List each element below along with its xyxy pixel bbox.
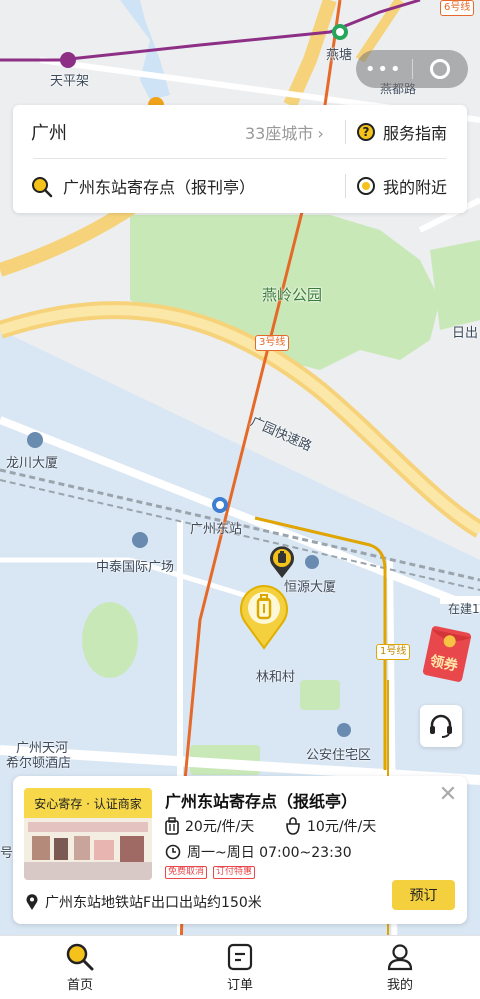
- price-small-item: 20元/件/天: [165, 816, 254, 836]
- luggage-icon: [165, 817, 179, 835]
- store-marker-small[interactable]: [268, 545, 296, 579]
- store-marker-selected[interactable]: [238, 584, 290, 650]
- city-count-link[interactable]: 33座城市 ›: [245, 120, 324, 144]
- mini-program-capsule: •••: [356, 50, 468, 88]
- store-tags: 免费取消 订付特惠: [165, 866, 261, 879]
- tag-discount: 订付特惠: [213, 866, 256, 879]
- nav-profile[interactable]: 我的: [320, 936, 480, 999]
- map-label-rixia: 日出: [452, 326, 479, 341]
- map-label-hao: 号: [0, 846, 14, 861]
- map-label-tianpingjia: 天平架: [50, 74, 90, 89]
- metro-line1-badge: 1号线: [376, 644, 411, 660]
- chevron-right-icon: ›: [317, 124, 324, 143]
- nav-orders-label: 订单: [226, 978, 253, 993]
- nav-orders[interactable]: 订单: [160, 936, 320, 999]
- price-bag-item: 10元/件/天: [285, 816, 376, 836]
- user-icon: [387, 944, 413, 971]
- store-photo-image: [24, 818, 152, 880]
- nearby-button[interactable]: 我的附近: [357, 174, 447, 198]
- customer-service-button[interactable]: [420, 705, 462, 747]
- more-dots-icon[interactable]: •••: [356, 59, 412, 80]
- opening-hours-label: 周一~周日 07:00~23:30: [187, 845, 352, 861]
- store-photo[interactable]: 安心寄存 · 认证商家: [24, 788, 152, 880]
- map-label-longchuan: 龙川大厦: [6, 456, 59, 471]
- target-circle-icon[interactable]: [412, 59, 468, 79]
- close-icon[interactable]: ✕: [437, 784, 459, 806]
- map-label-gz-east-station: 广州东站: [190, 522, 243, 537]
- opening-hours: 周一~周日 07:00~23:30: [165, 842, 352, 862]
- certified-badge: 安心寄存 · 认证商家: [24, 788, 152, 818]
- store-title: 广州东站寄存点（报纸亭）: [165, 792, 358, 811]
- bottom-nav: 首页 订单 我的: [0, 935, 480, 999]
- nav-home-label: 首页: [66, 978, 93, 993]
- nav-profile-label: 我的: [386, 978, 413, 993]
- coupon-button[interactable]: 领券: [421, 625, 473, 683]
- city-count-label: 33座城市: [245, 124, 314, 143]
- metro-line6-badge: 6号线: [440, 0, 475, 16]
- store-address-label: 广州东站地铁站F出口出站约150米: [45, 895, 262, 911]
- store-address: 广州东站地铁站F出口出站约150米: [25, 892, 262, 912]
- service-guide-button[interactable]: ? 服务指南: [357, 120, 447, 144]
- map-label-zhongtai: 中泰国际广场: [96, 560, 175, 575]
- search-icon: [31, 176, 53, 198]
- map-label-yanling-park: 燕岭公园: [262, 286, 323, 304]
- search-input[interactable]: 广州东站寄存点（报刊亭）: [63, 174, 255, 198]
- city-row: 广州 33座城市 › ? 服务指南: [13, 105, 467, 159]
- location-target-icon: [357, 177, 375, 195]
- search-icon: [66, 943, 94, 971]
- price-small-label: 20元/件/天: [185, 819, 255, 835]
- store-info-card[interactable]: 安心寄存 · 认证商家 广州东站寄存点（报纸亭） ✕ 20元/件/天 10元/件…: [13, 776, 467, 924]
- clock-icon: [165, 844, 181, 860]
- map-label-hilton-line2: 希尔顿酒店: [6, 756, 72, 771]
- vertical-divider: [345, 174, 346, 198]
- tag-free-cancel: 免费取消: [165, 866, 208, 879]
- service-guide-label: 服务指南: [383, 124, 448, 143]
- book-button[interactable]: 预订: [392, 880, 455, 910]
- search-row: 广州东站寄存点（报刊亭） 我的附近: [13, 159, 467, 213]
- search-card: 广州 33座城市 › ? 服务指南 广州东站寄存点（报刊亭） 我的附近: [13, 105, 467, 213]
- nearby-label: 我的附近: [383, 178, 448, 197]
- map-label-zaijian: 在建11: [448, 602, 480, 616]
- headset-icon: [430, 714, 452, 738]
- nav-home[interactable]: 首页: [0, 936, 160, 999]
- order-icon: [227, 943, 253, 971]
- map-label-yantang: 燕塘: [326, 48, 353, 63]
- vertical-divider: [345, 120, 346, 144]
- map-label-linhe-village: 林和村: [256, 670, 296, 685]
- location-pin-icon: [26, 894, 38, 910]
- metro-line3-badge: 3号线: [255, 335, 290, 351]
- bag-icon: [286, 817, 300, 835]
- map-label-gongan: 公安住宅区: [306, 748, 372, 763]
- price-bag-label: 10元/件/天: [307, 819, 377, 835]
- city-name[interactable]: 广州: [31, 119, 67, 145]
- question-icon: ?: [357, 123, 375, 141]
